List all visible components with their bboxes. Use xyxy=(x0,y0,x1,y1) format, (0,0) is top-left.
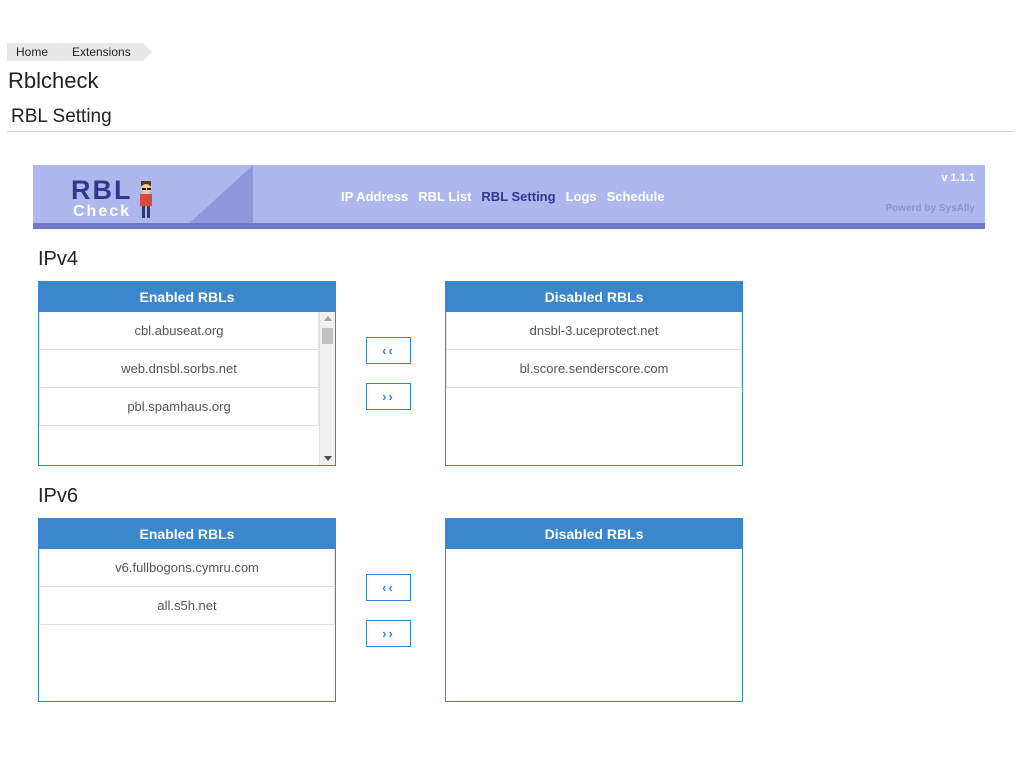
ipv4-disabled-list[interactable]: dnsbl-3.uceprotect.net bl.score.sendersc… xyxy=(446,312,742,465)
mascot-icon xyxy=(140,181,152,218)
nav-schedule[interactable]: Schedule xyxy=(607,189,665,204)
ipv4-enabled-list[interactable]: cbl.abuseat.org web.dnsbl.sorbs.net pbl.… xyxy=(39,312,319,465)
ipv6-enabled-list[interactable]: v6.fullbogons.cymru.com all.s5h.net xyxy=(39,549,335,701)
ipv6-enabled-panel: Enabled RBLs v6.fullbogons.cymru.com all… xyxy=(38,518,336,702)
ipv4-move-left-button[interactable]: ‹‹ xyxy=(366,337,411,364)
nav-rbl-list[interactable]: RBL List xyxy=(418,189,471,204)
section-title: RBL Setting xyxy=(11,106,112,127)
list-item[interactable]: v6.fullbogons.cymru.com xyxy=(39,549,335,587)
ipv4-enabled-title: Enabled RBLs xyxy=(39,282,335,312)
scroll-up-icon[interactable] xyxy=(324,316,332,321)
list-item[interactable]: cbl.abuseat.org xyxy=(39,312,319,350)
list-item[interactable]: bl.score.senderscore.com xyxy=(446,350,742,388)
scroll-down-icon[interactable] xyxy=(324,456,332,461)
ipv4-enabled-scrollbar[interactable] xyxy=(319,312,335,465)
ipv6-move-left-button[interactable]: ‹‹ xyxy=(366,574,411,601)
banner-stripe xyxy=(33,223,985,229)
ipv6-move-right-button[interactable]: ›› xyxy=(366,620,411,647)
ipv4-enabled-panel: Enabled RBLs cbl.abuseat.org web.dnsbl.s… xyxy=(38,281,336,466)
ipv6-enabled-title: Enabled RBLs xyxy=(39,519,335,549)
banner-decoration xyxy=(183,165,253,229)
list-item[interactable]: pbl.spamhaus.org xyxy=(39,388,319,426)
breadcrumb-extensions[interactable]: Extensions xyxy=(57,43,152,61)
ipv6-heading: IPv6 xyxy=(38,485,79,507)
breadcrumb: Home Extensions xyxy=(7,43,152,61)
logo-text-check: Check xyxy=(73,203,132,220)
rbl-nav: IP Address RBL List RBL Setting Logs Sch… xyxy=(341,189,664,204)
version-label: v 1.1.1 xyxy=(941,172,975,184)
powered-by-label: Powerd by SysAlly xyxy=(885,203,975,214)
ipv6-disabled-panel: Disabled RBLs xyxy=(445,518,743,702)
logo-text-rbl: RBL xyxy=(71,175,133,205)
ipv4-disabled-panel: Disabled RBLs dnsbl-3.uceprotect.net bl.… xyxy=(445,281,743,466)
ipv4-move-right-button[interactable]: ›› xyxy=(366,383,411,410)
list-item[interactable]: web.dnsbl.sorbs.net xyxy=(39,350,319,388)
nav-rbl-setting[interactable]: RBL Setting xyxy=(481,189,555,204)
ipv6-disabled-title: Disabled RBLs xyxy=(446,519,742,549)
rblcheck-banner: RBL Check IP Address RBL List RBL Settin… xyxy=(33,165,985,229)
rblcheck-logo: RBL Check xyxy=(71,175,161,221)
nav-ip-address[interactable]: IP Address xyxy=(341,189,408,204)
ipv6-disabled-list[interactable] xyxy=(446,549,742,701)
page-title: Rblcheck xyxy=(8,68,99,93)
ipv4-disabled-title: Disabled RBLs xyxy=(446,282,742,312)
nav-logs[interactable]: Logs xyxy=(566,189,597,204)
breadcrumb-home[interactable]: Home xyxy=(7,43,66,61)
list-item[interactable]: dnsbl-3.uceprotect.net xyxy=(446,312,742,350)
title-divider xyxy=(7,131,1014,132)
scroll-thumb[interactable] xyxy=(322,328,333,344)
list-item[interactable]: all.s5h.net xyxy=(39,587,335,625)
ipv4-heading: IPv4 xyxy=(38,248,79,270)
